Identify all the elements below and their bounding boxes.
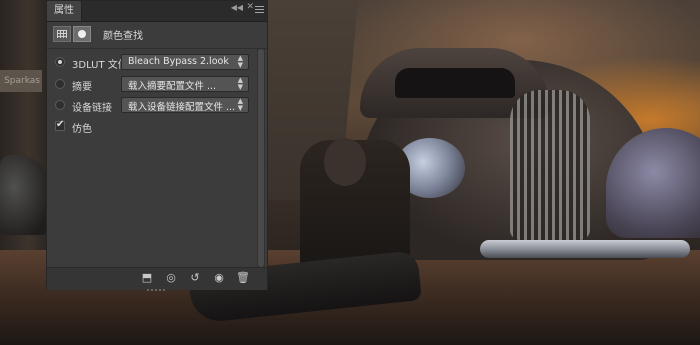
scroll-thumb[interactable]: [258, 49, 264, 267]
option-device-link[interactable]: 设备链接 载入设备链接配置文件 ... ▲ ▼: [53, 97, 258, 115]
radio-abstract[interactable]: [55, 79, 65, 89]
view-previous-state-icon[interactable]: ◎: [163, 271, 179, 285]
dropdown-value: Bleach Bypass 2.look: [128, 56, 229, 67]
radio-device-link[interactable]: [55, 100, 65, 110]
option-label: 3DLUT 文件: [72, 60, 128, 71]
updown-arrows-icon: ▲ ▼: [237, 97, 243, 112]
device-link-profile-dropdown[interactable]: 载入设备链接配置文件 ... ▲ ▼: [121, 97, 249, 113]
option-label: 仿色: [72, 124, 92, 135]
close-icon[interactable]: ✕: [246, 2, 254, 12]
abstract-profile-dropdown[interactable]: 载入摘要配置文件 ... ▲ ▼: [121, 76, 249, 92]
trash-icon[interactable]: 🗑: [235, 271, 251, 285]
adjustment-title: 颜色查找: [103, 31, 143, 42]
car-bumper: [480, 240, 690, 258]
3dlut-file-dropdown[interactable]: Bleach Bypass 2.look ▲ ▼: [121, 54, 249, 70]
panel-menu-icon[interactable]: [255, 6, 264, 14]
option-label: 设备链接: [72, 103, 112, 114]
dither-checkbox[interactable]: ✔: [55, 119, 65, 131]
checkmark-icon: ✔: [56, 119, 65, 130]
color-lookup-grid-icon[interactable]: [53, 26, 71, 42]
vintage-car-window: [395, 68, 515, 98]
old-car-left: [0, 155, 48, 235]
person-head-gas-mask: [324, 138, 366, 186]
tab-properties[interactable]: 属性: [47, 1, 82, 21]
clip-to-layer-icon[interactable]: ⬒: [139, 271, 155, 285]
divider: [47, 48, 267, 49]
double-chevron-icon[interactable]: ◀◀: [231, 3, 243, 12]
panel-footer: ⬒ ◎ ↺ ◉ 🗑: [47, 267, 267, 290]
reset-icon[interactable]: ↺: [187, 271, 203, 285]
radio-3dlut[interactable]: [55, 57, 65, 67]
dropdown-value: 载入摘要配置文件 ...: [128, 81, 217, 92]
panel-header: 属性 ◀◀ ✕: [47, 1, 267, 22]
option-3dlut[interactable]: 3DLUT 文件 Bleach Bypass 2.look ▲ ▼: [53, 54, 258, 72]
panel-scrollbar[interactable]: [257, 49, 265, 267]
dither-option[interactable]: ✔ 仿色: [53, 118, 258, 136]
option-label: 摘要: [72, 82, 92, 93]
updown-arrows-icon: ▲ ▼: [237, 76, 243, 91]
visibility-eye-icon[interactable]: ◉: [211, 271, 227, 285]
updown-arrows-icon: ▲ ▼: [237, 54, 243, 69]
shop-sign: Sparkas: [0, 70, 42, 92]
properties-panel: 属性 ◀◀ ✕ 颜色查找 3DLUT 文件 Bleach Bypass 2.lo…: [46, 0, 268, 291]
option-abstract[interactable]: 摘要 载入摘要配置文件 ... ▲ ▼: [53, 76, 258, 94]
resize-grip[interactable]: [147, 289, 167, 291]
car-grille: [510, 90, 590, 240]
adjustment-type-row: 颜色查找: [53, 25, 259, 45]
layer-mask-icon[interactable]: [73, 26, 91, 42]
dropdown-value: 载入设备链接配置文件 ...: [128, 102, 234, 113]
